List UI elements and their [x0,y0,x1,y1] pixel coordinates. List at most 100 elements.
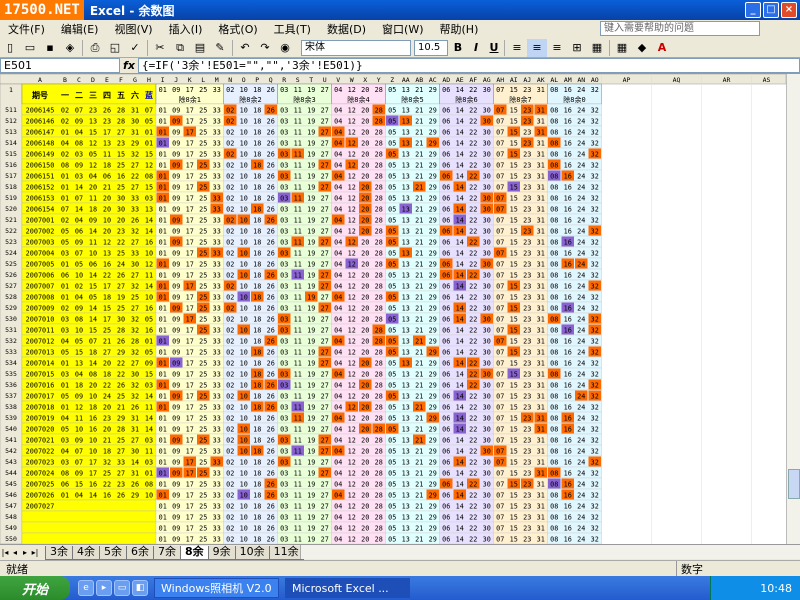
menu-item-1[interactable]: 编辑(E) [53,21,107,37]
taskbar-app-camera[interactable]: Windows照相机 V2.0 [154,578,279,598]
group-number: 31 [537,86,545,94]
desktop-icon[interactable]: ▭ [114,580,130,596]
ball-value: 05 [75,261,83,269]
group-cell-number: 31 [537,382,545,390]
group-cell-number: 05 [388,195,396,203]
next-sheet-icon[interactable]: ▸ [20,548,30,557]
merge-center-icon[interactable]: ⊞ [567,39,587,57]
sheet-tab-2[interactable]: 5余 [99,545,127,560]
group-cell-number: 20 [361,426,369,434]
sheet-tab-0[interactable]: 3余 [45,545,73,560]
minimize-icon[interactable]: _ [745,2,761,18]
group-cell-number: 03 [280,162,288,170]
group-cell-number: 03 [280,305,288,313]
taskbar-app-excel[interactable]: Microsoft Excel ... [285,578,410,598]
underline-button[interactable]: U [486,40,502,56]
sheet-tab-4[interactable]: 7余 [153,545,181,560]
ball-value: 26 [103,107,111,115]
fill-color-icon[interactable]: ◆ [632,39,652,57]
borders-icon[interactable]: ▦ [612,39,632,57]
font-size-select[interactable]: 10.5 [414,39,448,56]
open-folder-icon[interactable]: ▭ [20,39,40,57]
explorer-icon[interactable]: ◧ [132,580,148,596]
font-name-select[interactable]: 宋体 [301,39,411,56]
menu-item-7[interactable]: 窗口(W) [374,21,431,37]
italic-button[interactable]: I [468,40,484,56]
issue-cell[interactable] [21,521,157,534]
permission-icon[interactable]: ◈ [60,39,80,57]
align-center-icon[interactable]: ≡ [527,38,547,57]
font-color-icon[interactable]: A [652,39,672,57]
grid-canvas[interactable]: A B C D E F G H I J K L M N O P Q R S T U V W X Y Z AA AB AC AD AE AF AG… [0,74,786,544]
group-cell-number: 23 [523,525,531,533]
sheet-tab-8[interactable]: 11余 [268,545,304,560]
scroll-thumb[interactable] [788,469,800,499]
align-right-icon[interactable]: ≡ [547,39,567,57]
ball-value: 13 [103,250,111,258]
save-icon[interactable]: ▪ [40,39,60,57]
formula-input[interactable]: {=IF('3余'!E501="","",'3余'!E501)} [138,58,800,73]
copy-icon[interactable]: ⧉ [170,39,190,57]
format-painter-icon[interactable]: ✎ [210,39,230,57]
start-button[interactable]: 开始 [0,576,70,600]
help-search-input[interactable]: 键入需要帮助的问题 [600,21,760,36]
last-sheet-icon[interactable]: ▸| [30,548,40,557]
media-icon[interactable]: ▸ [96,580,112,596]
spellcheck-icon[interactable]: ✓ [125,39,145,57]
menu-item-8[interactable]: 帮助(H) [432,21,487,37]
group-cell-number: 12 [348,184,356,192]
sheet-tab-6[interactable]: 9余 [207,545,236,560]
title-bar[interactable]: 17500.NET Excel - 余数图 _ □ × [0,0,800,20]
currency-icon[interactable]: ▦ [587,39,607,57]
redo-icon[interactable]: ↷ [255,39,275,57]
globe-icon[interactable]: ◉ [275,39,295,57]
group-cell-number: 10 [240,371,248,379]
group-cell-number: 22 [469,206,477,214]
group-cell-number: 15 [510,426,518,434]
align-left-icon[interactable]: ≡ [507,39,527,57]
horizontal-scrollbar[interactable] [300,545,800,559]
ball-value: 30 [131,371,139,379]
close-icon[interactable]: × [781,2,797,18]
vertical-scrollbar[interactable] [786,74,800,544]
issue-cell[interactable] [21,510,157,523]
group-cell-number: 08 [550,492,558,500]
menu-item-0[interactable]: 文件(F) [0,21,53,37]
sheet-tab-7[interactable]: 10余 [234,545,270,560]
spreadsheet-grid[interactable]: A B C D E F G H I J K L M N O P Q R S T U V W X Y Z AA AB AC AD AE AF AG… [0,74,786,544]
group-cell-number: 12 [348,349,356,357]
group-cell-number: 10 [240,470,248,478]
group-cell-number: 25 [199,316,207,324]
issue-cell[interactable] [21,532,157,544]
status-text: 就绪 [6,562,28,576]
print-preview-icon[interactable]: ◱ [105,39,125,57]
group-cell-number: 30 [483,415,491,423]
group-cell-number: 24 [577,195,585,203]
menu-item-2[interactable]: 视图(V) [106,21,160,37]
menu-item-5[interactable]: 工具(T) [266,21,319,37]
cut-icon[interactable]: ✂ [150,39,170,57]
menu-item-6[interactable]: 数据(D) [319,21,374,37]
prev-sheet-icon[interactable]: ◂ [10,548,20,557]
group-cell-number: 18 [253,525,261,533]
first-sheet-icon[interactable]: |◂ [0,548,10,557]
sheet-tab-3[interactable]: 6余 [126,545,154,560]
undo-icon[interactable]: ↶ [235,39,255,57]
print-icon[interactable]: ⎙ [85,39,105,57]
group-cell-number: 04 [334,206,342,214]
fx-icon[interactable]: fx [120,59,138,72]
name-box[interactable]: E501 [0,58,120,73]
sheet-tab-1[interactable]: 4余 [72,545,100,560]
menu-item-3[interactable]: 插入(I) [161,21,211,37]
ie-icon[interactable]: e [78,580,94,596]
new-file-icon[interactable]: ▯ [0,39,20,57]
group-cell-number: 11 [294,371,302,379]
paste-icon[interactable]: ▤ [190,39,210,57]
sheet-tab-5[interactable]: 8余 [180,545,209,560]
maximize-icon[interactable]: □ [763,2,779,18]
menu-item-4[interactable]: 格式(O) [210,21,265,37]
group-cell-number: 05 [388,525,396,533]
group-cell-number: 05 [388,261,396,269]
group-cell-number: 13 [402,272,410,280]
bold-button[interactable]: B [450,40,466,56]
